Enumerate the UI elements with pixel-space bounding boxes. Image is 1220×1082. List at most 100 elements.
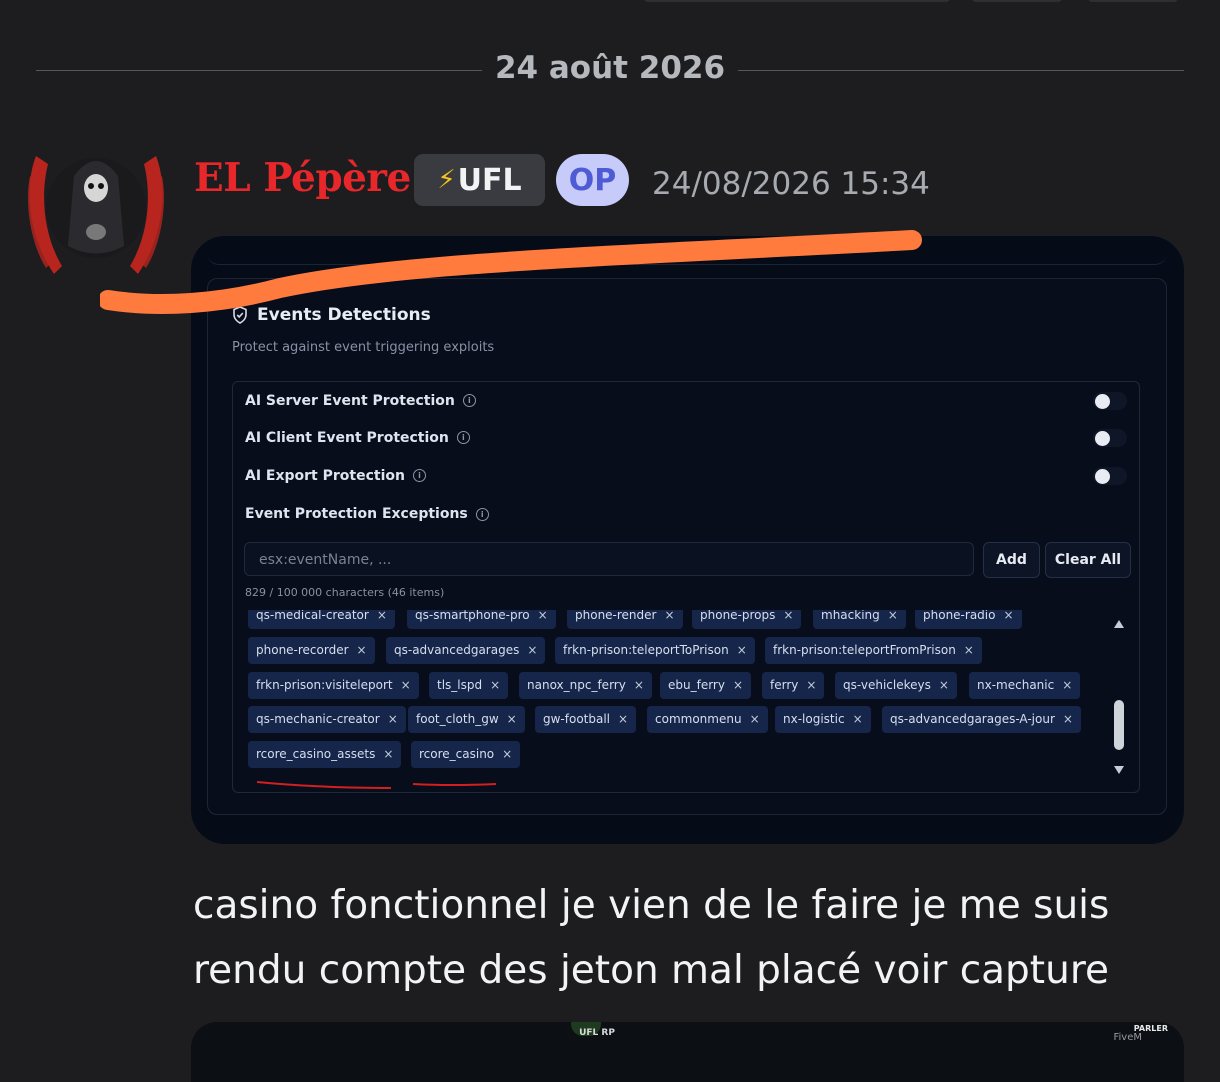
exceptions-label-wrap: Event Protection Exceptions i	[245, 506, 489, 522]
remove-tag-icon[interactable]: ×	[1003, 610, 1013, 622]
info-icon: i	[412, 469, 426, 482]
scroll-up-icon[interactable]	[1114, 620, 1124, 628]
scroll-down-icon[interactable]	[1114, 766, 1124, 774]
exception-tag: frkn-prison:visiteleport ×	[248, 672, 419, 699]
exception-tag: ebu_ferry ×	[660, 672, 752, 699]
exception-tag: commonmenu ×	[647, 706, 768, 733]
top-button-stub	[1088, 0, 1178, 2]
exception-tag: qs-vehiclekeys ×	[835, 672, 957, 699]
exception-tag: nx-logistic ×	[775, 706, 871, 733]
info-icon: i	[475, 507, 489, 521]
remove-tag-icon[interactable]: ×	[527, 643, 537, 657]
date-divider-right	[738, 70, 1184, 71]
remove-tag-icon[interactable]: ×	[664, 610, 674, 622]
remove-tag-icon[interactable]: ×	[964, 643, 974, 657]
remove-tag-icon[interactable]: ×	[853, 712, 863, 726]
exception-tag: qs-advancedgarages ×	[386, 637, 546, 664]
tag-label: qs-medical-creator	[256, 610, 369, 622]
exception-tag: phone-radio ×	[915, 610, 1022, 629]
tag-label: frkn-prison:visiteleport	[256, 678, 393, 692]
tag-label: qs-vehiclekeys	[843, 678, 931, 692]
remove-tag-icon[interactable]: ×	[490, 678, 500, 692]
exception-tag: rcore_casino ×	[411, 741, 521, 768]
next-attachment-image[interactable]: UFL RP PARLER FiveM	[191, 1022, 1184, 1082]
remove-tag-icon[interactable]: ×	[538, 610, 548, 622]
info-icon: i	[456, 431, 470, 444]
remove-tag-icon[interactable]: ×	[357, 643, 367, 657]
toggle-knob	[1095, 431, 1110, 446]
exception-tag: rcore_casino_assets ×	[248, 741, 402, 768]
toggle-knob	[1095, 469, 1110, 484]
add-button[interactable]: Add	[983, 542, 1040, 578]
exception-tag: nanox_npc_ferry ×	[519, 672, 652, 699]
client-event-toggle[interactable]	[1093, 429, 1127, 447]
tag-label: frkn-prison:teleportFromPrison	[773, 643, 956, 657]
remove-tag-icon[interactable]: ×	[737, 643, 747, 657]
exception-input[interactable]: esx:eventName, ...	[244, 542, 974, 576]
top-button-stub	[644, 0, 950, 2]
red-underline-annotation	[256, 781, 497, 789]
remove-tag-icon[interactable]: ×	[401, 678, 411, 692]
toggle-row-label-wrap: AI Client Event Protection i	[245, 430, 470, 446]
image-logo: UFL RP	[579, 1028, 615, 1038]
remove-tag-icon[interactable]: ×	[507, 712, 517, 726]
toggle-label: AI Client Event Protection	[245, 429, 449, 446]
exception-tag: qs-mechanic-creator ×	[248, 706, 406, 733]
tag-label: ebu_ferry	[668, 678, 725, 692]
server-event-toggle[interactable]	[1093, 392, 1127, 410]
toggle-row-label-wrap: AI Export Protection i	[245, 468, 426, 484]
message-text: casino fonctionnel je vien de le faire j…	[193, 883, 1110, 993]
remove-tag-icon[interactable]: ×	[806, 678, 816, 692]
toggle-knob	[1095, 394, 1110, 409]
remove-tag-icon[interactable]: ×	[750, 712, 760, 726]
tag-label: tls_lspd	[437, 678, 483, 692]
exception-tag: mhacking ×	[813, 610, 906, 629]
tag-label: qs-advancedgarages	[394, 643, 520, 657]
server-tag[interactable]: ⚡ UFL	[414, 154, 545, 206]
export-toggle[interactable]	[1093, 467, 1127, 485]
exception-tag: frkn-prison:teleportFromPrison ×	[765, 637, 982, 664]
settings-box: AI Server Event Protection i AI Client Ev…	[232, 381, 1140, 793]
remove-tag-icon[interactable]: ×	[383, 747, 393, 761]
remove-tag-icon[interactable]: ×	[888, 610, 898, 622]
tag-label: mhacking	[821, 610, 880, 622]
remove-tag-icon[interactable]: ×	[1063, 712, 1073, 726]
scroll-thumb[interactable]	[1114, 700, 1124, 750]
remove-tag-icon[interactable]: ×	[502, 747, 512, 761]
remove-tag-icon[interactable]: ×	[1062, 678, 1072, 692]
remove-tag-icon[interactable]: ×	[377, 610, 387, 622]
tag-label: frkn-prison:teleportToPrison	[563, 643, 729, 657]
toggle-row-export: AI Export Protection i	[233, 457, 1139, 494]
remove-tag-icon[interactable]: ×	[388, 712, 398, 726]
remove-tag-icon[interactable]: ×	[618, 712, 628, 726]
remove-tag-icon[interactable]: ×	[939, 678, 949, 692]
exception-tag: qs-smartphone-pro ×	[407, 610, 556, 629]
image-corner-text: FiveM	[1113, 1032, 1142, 1043]
tag-label: nx-logistic	[783, 712, 845, 726]
date-divider-left	[36, 70, 482, 71]
tag-label: commonmenu	[655, 712, 742, 726]
exception-tag: qs-advancedgarages-A-jour ×	[882, 706, 1081, 733]
attachment-image[interactable]: Events Detections Protect against event …	[191, 236, 1184, 844]
toggle-row-label-wrap: AI Server Event Protection i	[245, 393, 476, 409]
tag-label: qs-advancedgarages-A-jour	[890, 712, 1055, 726]
author-name[interactable]: EL Pépère	[194, 155, 411, 201]
remove-tag-icon[interactable]: ×	[634, 678, 644, 692]
exception-tag: phone-props ×	[692, 610, 802, 629]
tag-label: ferry	[770, 678, 799, 692]
toggle-row-client: AI Client Event Protection i	[233, 419, 1139, 456]
exceptions-label: Event Protection Exceptions	[245, 506, 468, 522]
exception-tag: qs-medical-creator ×	[248, 610, 395, 629]
tag-label: qs-smartphone-pro	[415, 610, 530, 622]
remove-tag-icon[interactable]: ×	[783, 610, 793, 622]
message-timestamp: 24/08/2026 15:34	[652, 166, 930, 202]
tags-scrollbar[interactable]	[1111, 618, 1127, 776]
op-badge: OP	[556, 154, 629, 206]
exception-tag: nx-mechanic ×	[969, 672, 1081, 699]
top-button-stub	[972, 0, 1062, 2]
tag-label: nx-mechanic	[977, 678, 1055, 692]
remove-tag-icon[interactable]: ×	[733, 678, 743, 692]
lightning-icon: ⚡	[437, 165, 456, 195]
exception-tag: phone-recorder ×	[248, 637, 375, 664]
clear-all-button[interactable]: Clear All	[1045, 542, 1131, 578]
